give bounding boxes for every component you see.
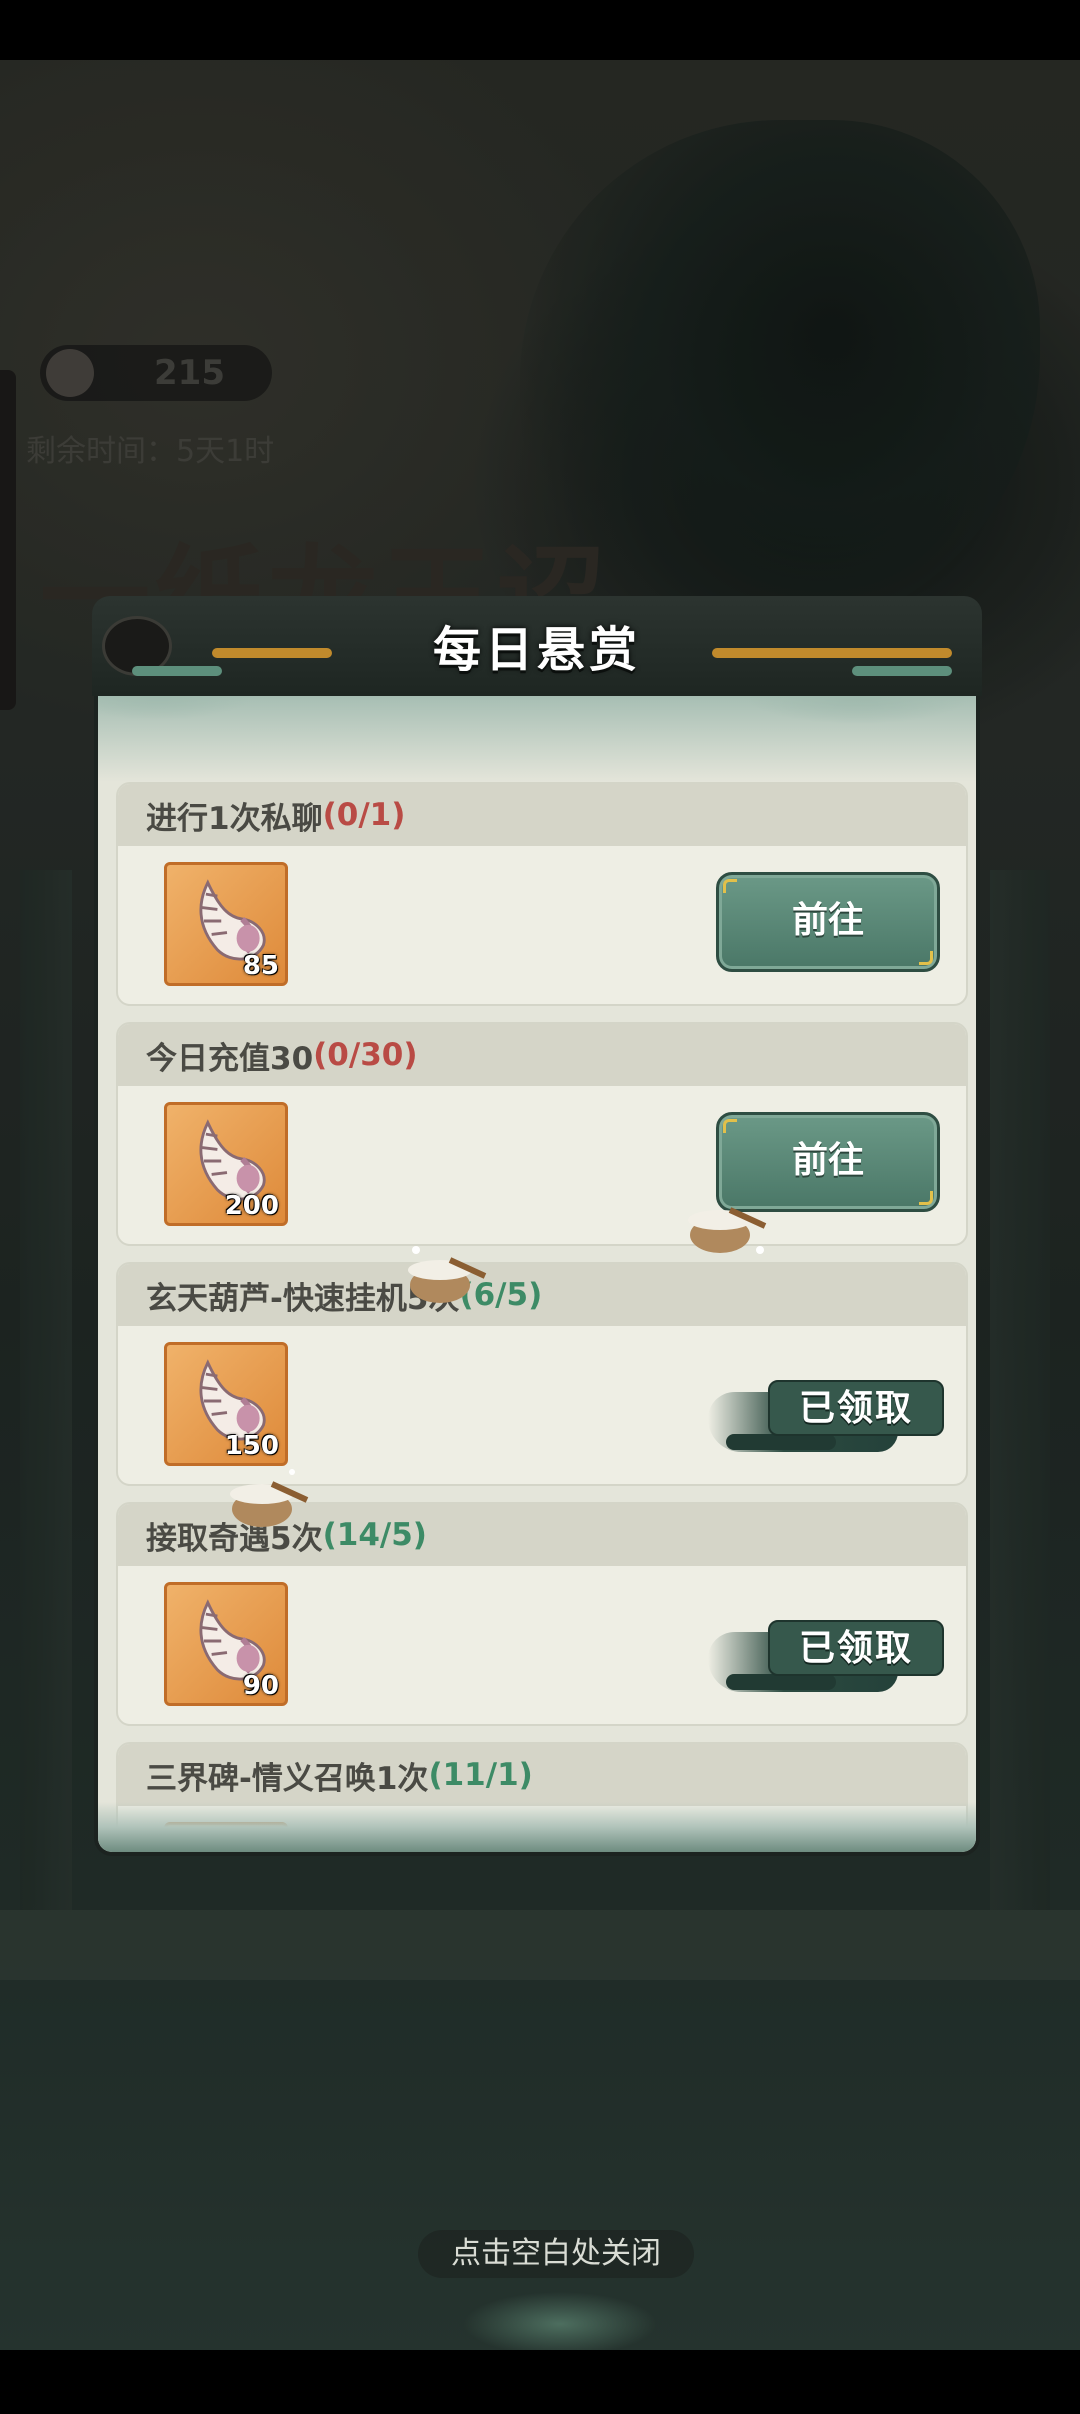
button-corner-deco	[723, 879, 737, 893]
reward-item[interactable]: 150	[164, 1342, 288, 1466]
pillar-right	[990, 870, 1050, 1910]
claimed-stamp: 已领取	[708, 1604, 944, 1704]
reward-item[interactable]: 85	[164, 862, 288, 986]
claimed-stamp: 已领取	[708, 1364, 944, 1464]
side-tab	[0, 370, 16, 710]
bottom-band	[0, 1910, 1080, 1980]
sparkle-bag-icon	[688, 1207, 767, 1254]
brush-stroke-decoration	[726, 1434, 836, 1450]
task-card: 进行1次私聊 (0/1) 85 前往	[116, 782, 968, 1006]
sparkle-bag-icon	[408, 1246, 487, 1303]
dialog-title: 每日悬赏	[432, 622, 641, 678]
currency-value: 215	[154, 353, 225, 393]
task-card: 今日充值30 (0/30) 200 前往	[116, 1022, 968, 1246]
brush-stroke-decoration	[726, 1674, 836, 1690]
task-name: 今日充值30	[146, 1040, 314, 1077]
claimed-label: 已领取	[768, 1380, 944, 1436]
task-list[interactable]: 进行1次私聊 (0/1) 85 前往 今日充值30 (0/30) 200 前往 …	[116, 782, 968, 1832]
reward-item[interactable]: 90	[164, 1582, 288, 1706]
task-card: 玄天葫芦-快速挂机5次 (6/5) 150 已领取	[116, 1262, 968, 1486]
currency-counter: 215	[40, 345, 272, 401]
reward-item[interactable]: 200	[164, 1102, 288, 1226]
goto-button-label: 前往	[791, 1140, 864, 1181]
button-corner-deco	[919, 951, 933, 965]
task-header: 今日充值30 (0/30)	[118, 1024, 966, 1086]
task-progress: (11/1)	[428, 1757, 533, 1793]
dragon-artwork	[520, 120, 1040, 640]
task-name: 进行1次私聊	[146, 800, 323, 837]
close-hint[interactable]: 点击空白处关闭	[418, 2230, 694, 2278]
reward-count: 200	[224, 1191, 279, 1221]
button-corner-deco	[919, 1191, 933, 1205]
reward-count: 150	[224, 1431, 279, 1461]
currency-icon	[46, 349, 94, 397]
remaining-time: 剩余时间：5天1时	[26, 434, 275, 469]
task-header: 玄天葫芦-快速挂机5次 (6/5)	[118, 1264, 966, 1326]
task-header: 三界碑-情义召唤1次 (11/1)	[118, 1744, 966, 1806]
button-corner-deco	[723, 1119, 737, 1133]
task-name: 三界碑-情义召唤1次	[146, 1760, 429, 1797]
pillar-left	[20, 870, 72, 1910]
game-screen: 215 剩余时间：5天1时 一纸龙王诏 进行1次私聊(0/1)	[0, 0, 1080, 2414]
dialog-body: 进行1次私聊 (0/1) 85 前往 今日充值30 (0/30) 200 前往 …	[94, 662, 980, 1856]
dialog-header: 每日悬赏	[92, 596, 982, 696]
task-header: 进行1次私聊 (0/1)	[118, 784, 966, 846]
sparkle-bag-icon	[230, 1469, 309, 1527]
task-card: 接取奇遇5次 (14/5) 90 已领取	[116, 1502, 968, 1726]
reward-count: 85	[242, 951, 279, 981]
cloud-decoration	[430, 2284, 690, 2350]
daily-bounty-dialog: 进行1次私聊 (0/1) 85 前往 今日充值30 (0/30) 200 前往 …	[92, 596, 982, 1856]
wave-decoration-bottom	[98, 1802, 976, 1852]
goto-button[interactable]: 前往	[716, 872, 940, 972]
goto-button-label: 前往	[791, 900, 864, 941]
task-progress: (0/30)	[313, 1037, 418, 1073]
task-progress: (0/1)	[322, 797, 406, 833]
reward-count: 90	[242, 1671, 279, 1701]
task-progress: (14/5)	[322, 1517, 427, 1553]
claimed-label: 已领取	[768, 1620, 944, 1676]
